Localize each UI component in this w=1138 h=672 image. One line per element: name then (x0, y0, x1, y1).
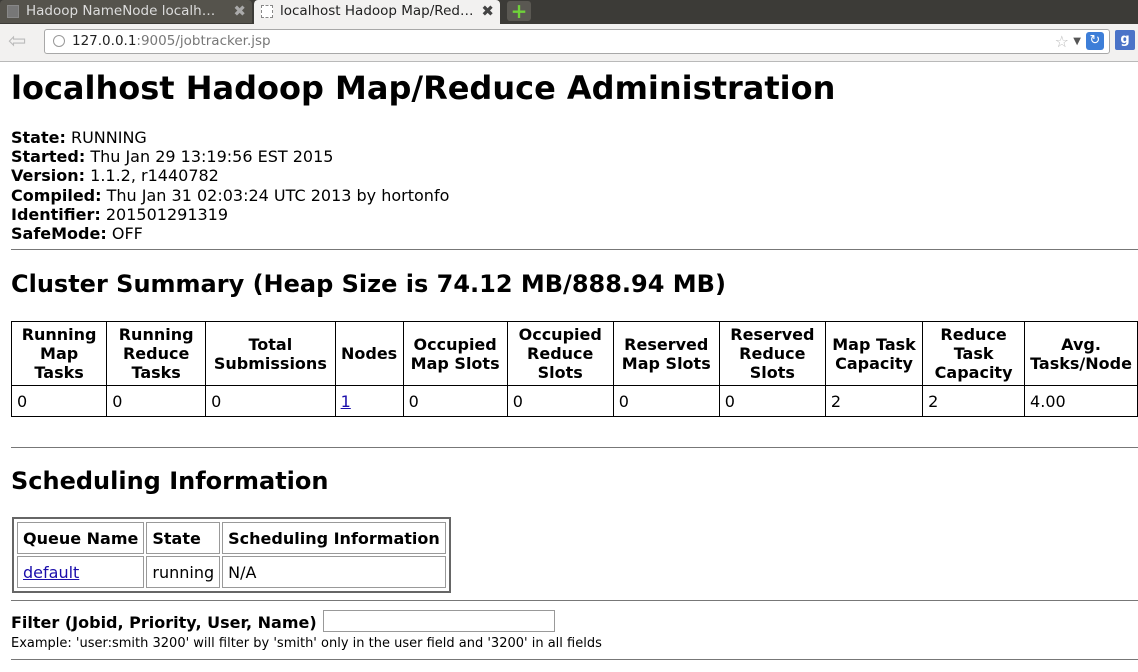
browser-toolbar: ⇦ 127.0.0.1:9005/jobtracker.jsp ☆ ▼ ↻ (0, 24, 1138, 62)
table-cell: 0 (506, 385, 614, 417)
new-tab-button[interactable]: + (507, 1, 531, 21)
google-search-icon[interactable]: g (1115, 30, 1135, 50)
column-header: Running Map Tasks (10, 321, 108, 386)
page-title: localhost Hadoop Map/Reduce Administrati… (11, 69, 836, 107)
table-cell: 2 (922, 385, 1026, 417)
column-header: Map Task Capacity (824, 321, 924, 386)
tab-title: localhost Hadoop Map/Red… (280, 3, 474, 19)
table-cell: 0 (10, 385, 108, 417)
divider (11, 249, 1138, 250)
table-cell: 0 (402, 385, 508, 417)
column-header: Avg. Tasks/Node (1024, 321, 1138, 386)
tab-title: Hadoop NameNode localh… (26, 3, 216, 19)
page-info-icon[interactable] (53, 35, 65, 47)
scheduling-table: Queue Name State Scheduling Information … (15, 520, 448, 590)
url-text: 127.0.0.1:9005/jobtracker.jsp (72, 33, 271, 49)
reload-icon[interactable]: ↻ (1086, 32, 1104, 50)
table-cell: 0 (205, 385, 336, 417)
address-bar[interactable]: 127.0.0.1:9005/jobtracker.jsp ☆ ▼ ↻ (44, 29, 1110, 54)
queue-link[interactable]: default (23, 563, 79, 582)
column-header: Running Reduce Tasks (106, 321, 207, 386)
divider (11, 659, 1138, 660)
column-header: Scheduling Information (222, 522, 446, 554)
tab-namenode[interactable]: Hadoop NameNode localh… ✖ (0, 0, 252, 23)
column-header: Nodes (334, 321, 404, 386)
filter-example-text: Example: 'user:smith 3200' will filter b… (11, 636, 602, 651)
table-row: 0 0 0 1 0 0 0 0 2 2 4.00 (10, 385, 1138, 417)
column-header: Queue Name (17, 522, 145, 554)
column-header: Reserved Reduce Slots (718, 321, 826, 386)
table-header-row: Queue Name State Scheduling Information (17, 522, 446, 554)
page-favicon-icon (261, 5, 273, 18)
nodes-link[interactable]: 1 (341, 392, 351, 411)
jobtracker-info: State: RUNNING Started: Thu Jan 29 13:19… (11, 128, 449, 243)
column-header: Occupied Reduce Slots (506, 321, 614, 386)
started-line: Started: Thu Jan 29 13:19:56 EST 2015 (11, 147, 334, 167)
table-cell: 0 (106, 385, 207, 417)
column-header: Total Submissions (205, 321, 336, 386)
back-arrow-icon[interactable]: ⇦ (8, 31, 34, 53)
table-cell: N/A (222, 556, 446, 588)
table-cell: 4.00 (1024, 385, 1138, 417)
filter-input[interactable] (323, 610, 555, 632)
table-cell: running (146, 556, 221, 588)
table-cell: 2 (824, 385, 924, 417)
tab-jobtracker[interactable]: localhost Hadoop Map/Red… ✖ (254, 0, 500, 24)
page-favicon-icon (7, 5, 19, 18)
divider (11, 600, 1138, 601)
cluster-summary-heading: Cluster Summary (Heap Size is 74.12 MB/8… (11, 270, 726, 298)
column-header: Occupied Map Slots (402, 321, 508, 386)
identifier-line: Identifier: 201501291319 (11, 204, 229, 224)
table-cell: 0 (718, 385, 826, 417)
version-line: Version: 1.1.2, r1440782 (11, 166, 219, 186)
column-header: Reserved Map Slots (612, 321, 720, 386)
bookmark-star-icon[interactable]: ☆ (1055, 31, 1069, 52)
tab-bar: Hadoop NameNode localh… ✖ localhost Hado… (0, 0, 1138, 24)
filter-label: Filter (Jobid, Priority, User, Name) (11, 613, 317, 632)
column-header: Reduce Task Capacity (922, 321, 1026, 386)
close-tab-icon[interactable]: ✖ (233, 0, 246, 23)
table-header-row: Running Map Tasks Running Reduce Tasks T… (10, 321, 1138, 386)
table-row: default running N/A (17, 556, 446, 588)
table-cell: 1 (334, 385, 404, 417)
safemode-line: SafeMode: OFF (11, 224, 143, 244)
scheduling-table-frame: Queue Name State Scheduling Information … (12, 517, 451, 593)
state-line: State: RUNNING (11, 128, 147, 147)
table-cell: 0 (612, 385, 720, 417)
table-cell: default (17, 556, 145, 588)
cluster-summary-table: Running Map Tasks Running Reduce Tasks T… (10, 321, 1138, 417)
scheduling-heading: Scheduling Information (11, 467, 329, 495)
close-tab-icon[interactable]: ✖ (481, 0, 494, 23)
compiled-line: Compiled: Thu Jan 31 02:03:24 UTC 2013 b… (11, 185, 450, 205)
divider (11, 447, 1138, 448)
chevron-down-icon[interactable]: ▼ (1073, 31, 1081, 52)
column-header: State (146, 522, 221, 554)
